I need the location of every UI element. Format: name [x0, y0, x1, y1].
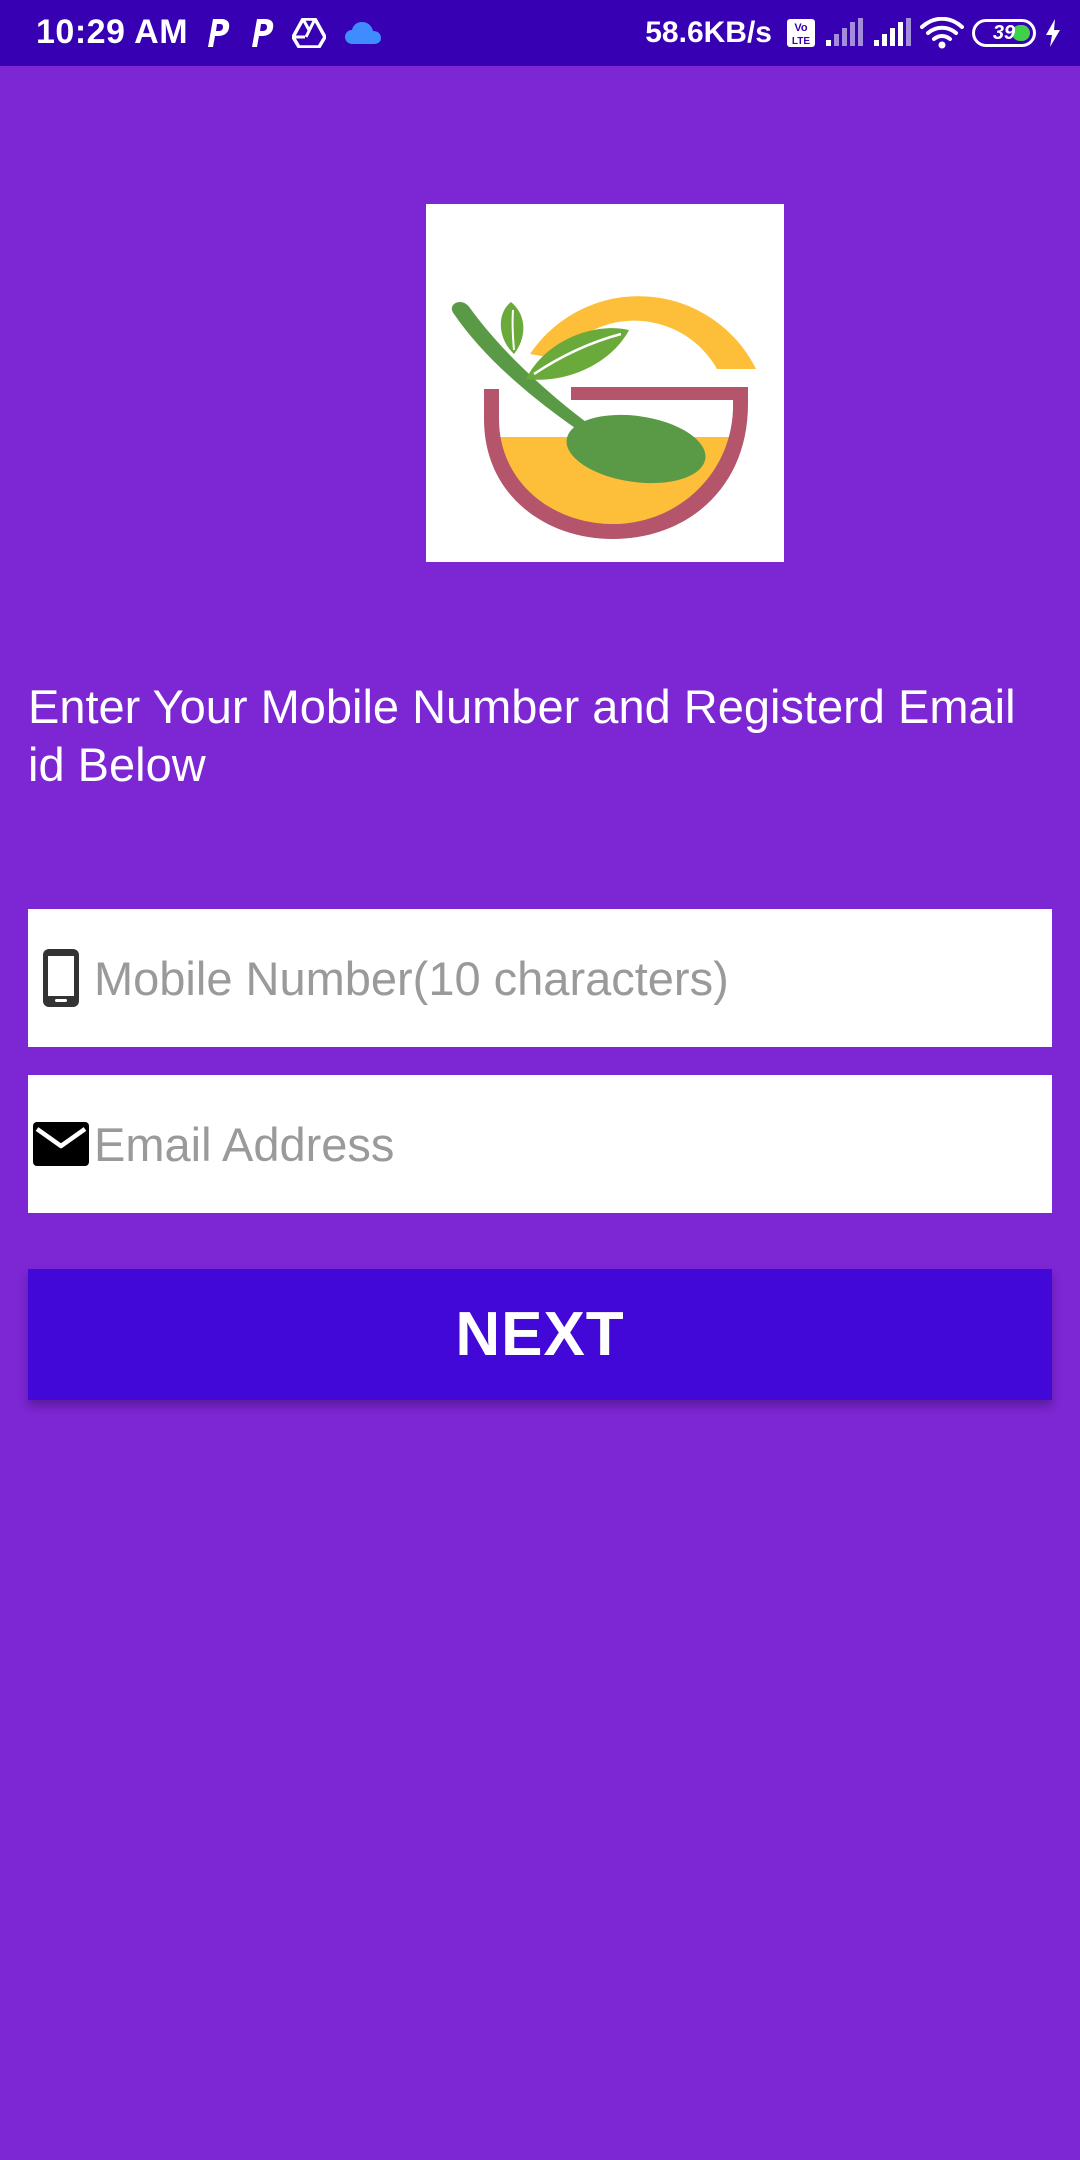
cloud-icon	[344, 20, 382, 46]
battery-level: 39	[992, 21, 1016, 44]
svg-text:Vo: Vo	[794, 22, 808, 34]
volte-icon: Vo LTE	[786, 18, 816, 48]
mobile-number-input[interactable]	[94, 909, 1034, 1047]
status-bar: 10:29 AM 58.6KB/s Vo LTE 39	[0, 0, 1080, 66]
email-address-field[interactable]	[28, 1075, 1052, 1213]
instruction-text: Enter Your Mobile Number and Registerd E…	[28, 680, 1016, 791]
mail-icon	[28, 1121, 94, 1167]
p-app-icon	[204, 17, 230, 49]
p-app-icon	[248, 17, 274, 49]
mobile-number-field[interactable]	[28, 909, 1052, 1047]
phone-icon	[28, 947, 94, 1009]
notification-icons	[204, 16, 400, 50]
svg-text:LTE: LTE	[792, 36, 810, 47]
network-speed: 58.6KB/s	[645, 16, 772, 49]
charging-icon	[1044, 19, 1062, 47]
status-time: 10:29 AM	[36, 13, 189, 51]
battery-icon: 39	[972, 19, 1036, 47]
signal-icon	[824, 18, 864, 48]
email-address-input[interactable]	[94, 1075, 1034, 1213]
drive-icon	[292, 18, 326, 48]
wifi-icon	[920, 17, 964, 49]
signal-icon	[872, 18, 912, 48]
next-button[interactable]: NEXT	[28, 1269, 1052, 1400]
status-right: 58.6KB/s Vo LTE 39	[645, 12, 1062, 54]
food-bowl-spoon-leaf-logo	[451, 296, 756, 539]
app-logo	[426, 204, 784, 562]
